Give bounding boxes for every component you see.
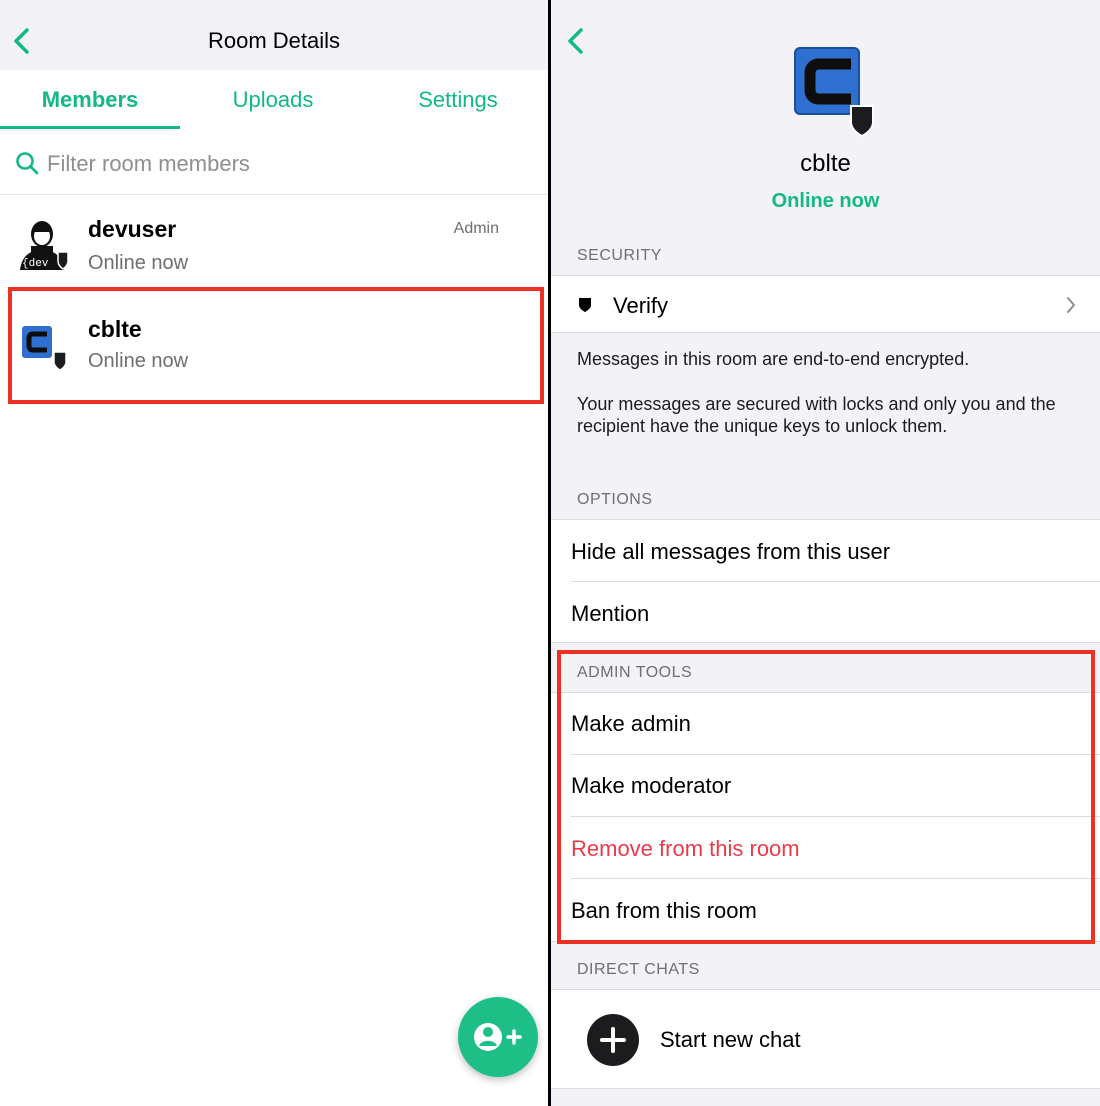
search-icon (16, 152, 39, 175)
chevron-right-icon (1067, 297, 1075, 313)
profile-name: cblte (800, 150, 851, 177)
profile-status: Online now (771, 190, 880, 212)
add-user-icon (474, 1023, 522, 1051)
svg-text:{dev: {dev (22, 258, 49, 270)
section-header-options: OPTIONS (577, 491, 653, 508)
tab-bar: Members Uploads Settings (0, 70, 548, 130)
filter-members-field[interactable]: Filter room members (0, 130, 548, 195)
active-tab-indicator (0, 126, 180, 129)
hide-messages-option[interactable]: Hide all messages from this user (571, 539, 890, 565)
tab-uploads[interactable]: Uploads (183, 87, 363, 113)
highlight-box-member (8, 287, 544, 404)
member-status: Online now (88, 252, 189, 274)
verify-row[interactable]: Verify (551, 275, 1100, 333)
page-title: Room Details (207, 28, 341, 53)
tab-settings[interactable]: Settings (368, 87, 548, 113)
dev-avatar-icon: {dev (20, 221, 69, 270)
profile-avatar (794, 47, 874, 138)
encryption-info: Messages in this room are end-to-end enc… (577, 349, 970, 369)
options-group: Hide all messages from this user Mention (551, 519, 1100, 643)
back-icon[interactable] (564, 26, 590, 56)
start-new-chat-row[interactable]: Start new chat (551, 989, 1100, 1089)
shield-icon (579, 298, 591, 312)
verify-label: Verify (613, 293, 669, 318)
highlight-box-admin-tools (557, 650, 1095, 944)
role-badge: Admin (453, 220, 499, 237)
plus-circle-icon (587, 1014, 639, 1066)
encryption-detail: Your messages are secured with locks and… (577, 394, 1056, 436)
mention-option[interactable]: Mention (571, 601, 649, 627)
search-input[interactable]: Filter room members (47, 151, 250, 177)
section-header-direct-chats: DIRECT CHATS (577, 961, 700, 978)
add-member-button[interactable] (458, 997, 538, 1077)
member-row-devuser[interactable]: {dev devuser Online now Admin (0, 196, 548, 294)
nav-bar: Room Details (0, 0, 548, 70)
member-name: devuser (88, 216, 177, 242)
start-new-chat-label: Start new chat (660, 1027, 801, 1052)
member-details-screen: cblte Online now SECURITY Verify Message… (551, 0, 1100, 1106)
separator (571, 581, 1100, 582)
room-details-screen: Room Details Members Uploads Settings Fi… (0, 0, 548, 1106)
tab-members[interactable]: Members (0, 87, 180, 113)
section-header-security: SECURITY (577, 247, 662, 264)
